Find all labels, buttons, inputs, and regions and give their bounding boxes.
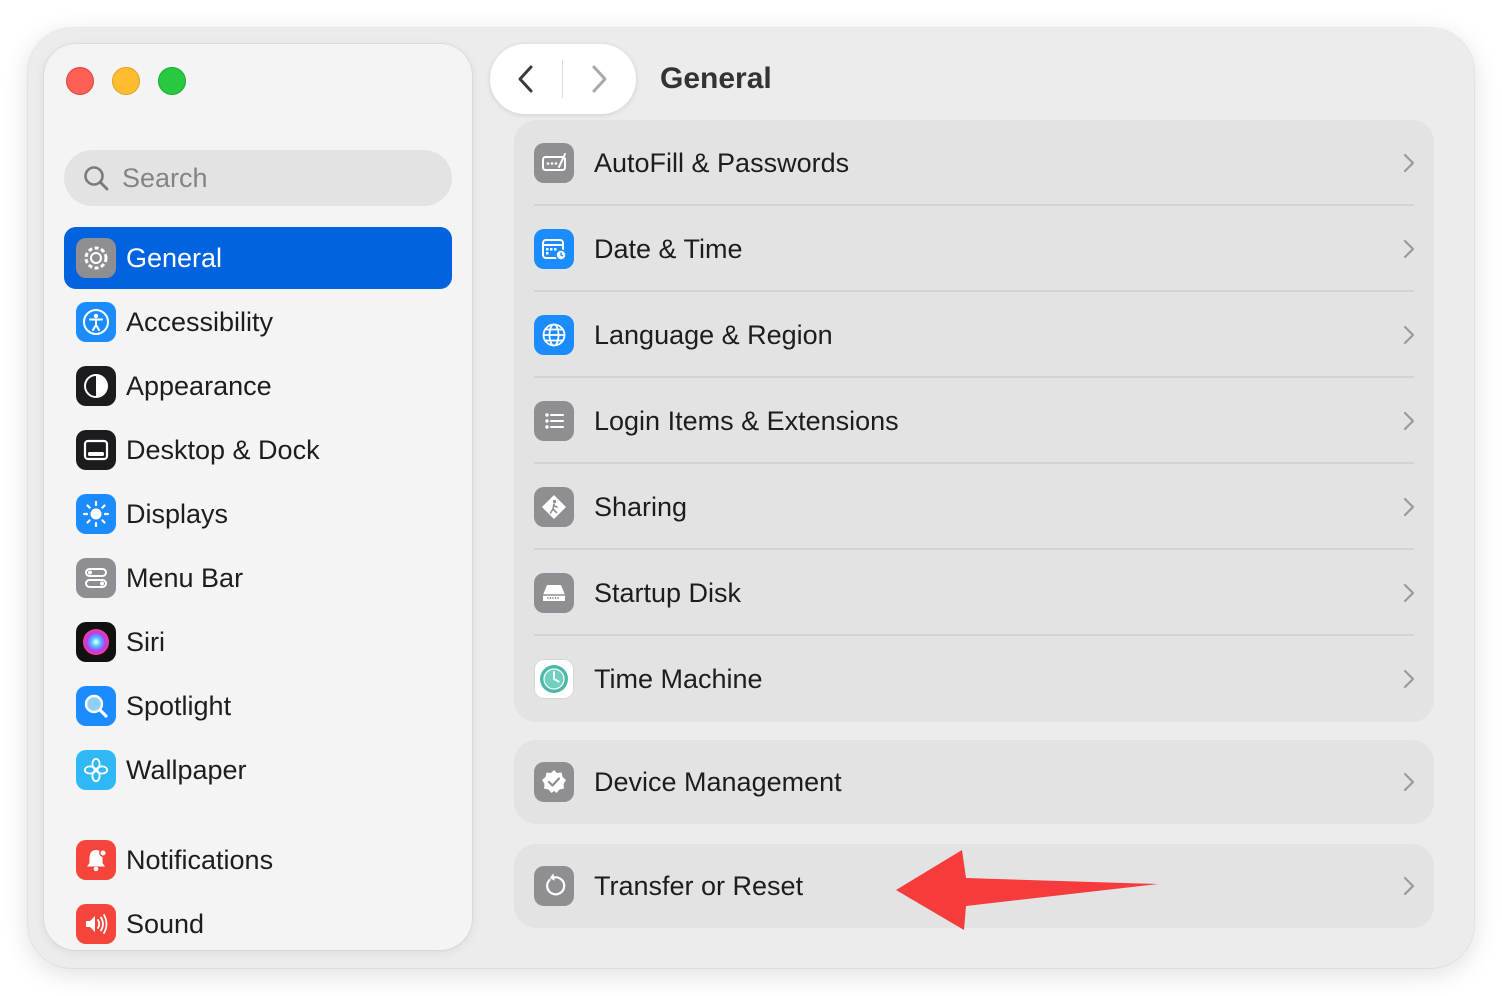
chevron-right-icon [1403,411,1415,431]
sidebar-item-label: Menu Bar [126,562,244,593]
row-language-region[interactable]: Language & Region [514,292,1434,378]
speaker-icon [76,904,116,944]
sidebar-item-label: Notifications [126,844,274,875]
chevron-right-icon [1403,876,1415,896]
row-label: AutoFill & Passwords [594,147,850,178]
chevron-left-icon [518,65,533,93]
minimize-window-button[interactable] [112,67,140,95]
row-label: Language & Region [594,319,833,350]
sharing-icon [534,487,574,527]
sidebar-item-desktop-dock[interactable]: Desktop & Dock [64,419,452,481]
time-machine-icon [534,659,574,699]
brightness-icon [76,494,116,534]
sidebar-item-displays[interactable]: Displays [64,483,452,545]
row-login-items-extensions[interactable]: Login Items & Extensions [514,378,1434,464]
sidebar-item-siri[interactable]: Siri [64,611,452,673]
close-window-button[interactable] [66,67,94,95]
sidebar-item-label: Desktop & Dock [126,434,320,465]
calendar-clock-icon [534,229,574,269]
annotation-arrow [896,850,1158,930]
key-form-icon [534,143,574,183]
sidebar-item-menu-bar[interactable]: Menu Bar [64,547,452,609]
chevron-right-icon [592,65,607,93]
sidebar-item-label: General [126,242,223,273]
sidebar-item-label: Accessibility [126,306,274,337]
sidebar-item-accessibility[interactable]: Accessibility [64,291,452,353]
row-label: Time Machine [594,663,763,694]
gear-icon [76,238,116,278]
sidebar-item-wallpaper[interactable]: Wallpaper [64,739,452,801]
appearance-icon [76,366,116,406]
dock-icon [76,430,116,470]
settings-group-device-management: Device Management [514,740,1434,824]
sidebar-item-appearance[interactable]: Appearance [64,355,452,417]
sidebar-item-spotlight[interactable]: Spotlight [64,675,452,737]
forward-button[interactable] [563,44,635,114]
chevron-right-icon [1403,153,1415,173]
magnifier-icon [76,686,116,726]
menubar-icon [76,558,116,598]
row-label: Device Management [594,766,842,797]
siri-icon [76,622,116,662]
row-label: Login Items & Extensions [594,405,899,436]
sidebar: Search General Accessibility Appearance [44,44,472,950]
search-icon [84,166,109,191]
globe-icon [534,315,574,355]
row-label: Transfer or Reset [594,870,804,901]
row-startup-disk[interactable]: Startup Disk [514,550,1434,636]
chevron-right-icon [1403,325,1415,345]
row-label: Sharing [594,491,688,522]
settings-window: Search General Accessibility Appearance [28,28,1474,968]
chevron-right-icon [1403,497,1415,517]
search-field[interactable]: Search [64,150,452,206]
row-date-time[interactable]: Date & Time [514,206,1434,292]
chevron-right-icon [1403,772,1415,792]
bell-icon [76,840,116,880]
settings-group-general: AutoFill & Passwords Date & Time Languag… [514,120,1434,722]
sidebar-item-sound[interactable]: Sound [64,893,452,955]
flower-icon [76,750,116,790]
search-placeholder: Search [122,162,208,193]
row-label: Startup Disk [594,577,742,608]
zoom-window-button[interactable] [158,67,186,95]
row-sharing[interactable]: Sharing [514,464,1434,550]
reset-icon [534,866,574,906]
accessibility-icon [76,302,116,342]
checkmark-badge-icon [534,762,574,802]
navigation-controls [490,44,636,114]
row-label: Date & Time [594,233,743,264]
row-autofill-passwords[interactable]: AutoFill & Passwords [514,120,1434,206]
back-button[interactable] [490,44,562,114]
sidebar-item-label: Sound [126,908,205,939]
sidebar-item-label: Displays [126,498,229,529]
sidebar-item-notifications[interactable]: Notifications [64,829,452,891]
sidebar-item-label: Appearance [126,370,272,401]
disk-icon [534,573,574,613]
sidebar-item-general[interactable]: General [64,227,452,289]
sidebar-item-label: Wallpaper [126,754,247,785]
list-icon [534,401,574,441]
chevron-right-icon [1403,239,1415,259]
row-device-management[interactable]: Device Management [514,740,1434,824]
page-title: General [660,62,772,95]
row-time-machine[interactable]: Time Machine [514,636,1434,722]
sidebar-item-label: Siri [126,626,165,657]
chevron-right-icon [1403,583,1415,603]
chevron-right-icon [1403,669,1415,689]
sidebar-item-label: Spotlight [126,690,232,721]
